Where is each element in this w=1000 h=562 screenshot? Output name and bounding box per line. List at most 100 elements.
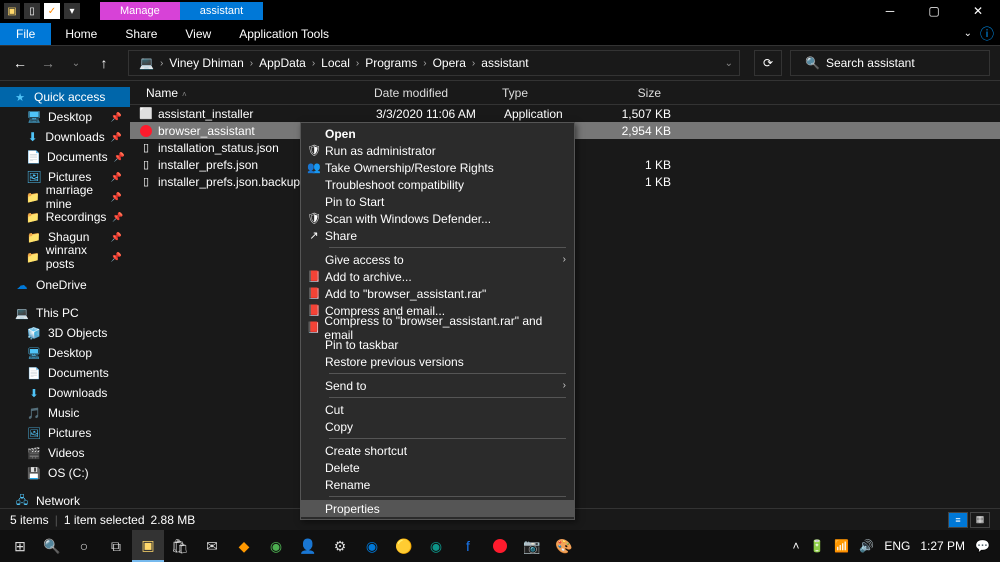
app-taskbar-icon[interactable]: 📷 — [516, 530, 548, 562]
context-menu-item[interactable]: 👥Take Ownership/Restore Rights — [301, 159, 574, 176]
wifi-icon[interactable]: 📶 — [834, 539, 849, 553]
context-menu-item[interactable]: 🛡Scan with Windows Defender... — [301, 210, 574, 227]
context-menu-item[interactable]: Delete — [301, 459, 574, 476]
mail-taskbar-icon[interactable]: ✉ — [196, 530, 228, 562]
context-menu-item[interactable]: Cut — [301, 401, 574, 418]
lang-indicator[interactable]: ENG — [884, 539, 910, 553]
search-input[interactable]: 🔍 Search assistant — [790, 50, 990, 76]
context-menu-item[interactable]: 📕Compress to "browser_assistant.rar" and… — [301, 319, 574, 336]
sidebar-item[interactable]: 🎬Videos — [0, 443, 130, 463]
context-menu-item[interactable]: Copy — [301, 418, 574, 435]
sidebar-item[interactable]: 🖥Desktop📌 — [0, 107, 130, 127]
context-menu-item[interactable]: Give access to› — [301, 251, 574, 268]
sidebar-item[interactable]: 🖥Desktop — [0, 343, 130, 363]
recent-dropdown[interactable]: ⌄ — [66, 58, 86, 69]
chevron-right-icon: › — [158, 58, 165, 69]
sidebar-item[interactable]: 💾OS (C:) — [0, 463, 130, 483]
app-taskbar-icon[interactable]: 👤 — [292, 530, 324, 562]
bc-segment[interactable]: AppData — [255, 56, 310, 70]
sidebar-this-pc[interactable]: 💻This PC — [0, 303, 130, 323]
bc-segment[interactable]: Viney Dhiman — [165, 56, 247, 70]
sidebar-network[interactable]: 🖧Network — [0, 491, 130, 508]
ribbon-context-tab[interactable]: Manage — [100, 2, 180, 20]
qat-icon[interactable]: ▯ — [24, 3, 40, 19]
context-menu-item[interactable]: Rename — [301, 476, 574, 493]
sidebar-item[interactable]: ⬇Downloads📌 — [0, 127, 130, 147]
context-menu-item[interactable]: Send to› — [301, 377, 574, 394]
refresh-button[interactable]: ⟳ — [754, 50, 782, 76]
explorer-taskbar-icon[interactable]: ▣ — [132, 530, 164, 562]
sidebar-item[interactable]: 📁marriage mine📌 — [0, 187, 130, 207]
paint-taskbar-icon[interactable]: 🎨 — [548, 530, 580, 562]
qat-check-icon[interactable]: ✓ — [44, 3, 60, 19]
minimize-button[interactable]: ─ — [868, 0, 912, 22]
start-button[interactable]: ⊞ — [4, 530, 36, 562]
cortana-button[interactable]: ○ — [68, 530, 100, 562]
context-menu-item[interactable]: ↗Share — [301, 227, 574, 244]
breadcrumb[interactable]: 💻 › Viney Dhiman› AppData› Local› Progra… — [128, 50, 740, 76]
sidebar-onedrive[interactable]: ☁OneDrive — [0, 275, 130, 295]
bc-segment[interactable]: assistant — [477, 56, 532, 70]
app-taskbar-icon[interactable]: ◆ — [228, 530, 260, 562]
context-menu-item[interactable]: Open — [301, 125, 574, 142]
sidebar-item[interactable]: 📄Documents — [0, 363, 130, 383]
bc-segment[interactable]: Programs — [361, 56, 421, 70]
sidebar-item[interactable]: 🖼Pictures — [0, 423, 130, 443]
clock[interactable]: 1:27 PM — [920, 539, 965, 553]
bc-pc-icon[interactable]: 💻 — [135, 56, 158, 70]
app-taskbar-icon[interactable]: ◉ — [260, 530, 292, 562]
context-menu-item[interactable]: Properties — [301, 500, 574, 517]
context-menu-item[interactable]: 🛡Run as administrator — [301, 142, 574, 159]
chrome-taskbar-icon[interactable]: 🟡 — [388, 530, 420, 562]
context-menu-item[interactable]: Create shortcut — [301, 442, 574, 459]
notifications-icon[interactable]: 💬 — [975, 539, 990, 553]
sidebar-item[interactable]: ⬇Downloads — [0, 383, 130, 403]
task-view-button[interactable]: ⧉ — [100, 530, 132, 562]
maximize-button[interactable]: ▢ — [912, 0, 956, 22]
context-menu-item[interactable]: 📕Add to archive... — [301, 268, 574, 285]
bc-dropdown-icon[interactable]: ⌄ — [725, 58, 733, 69]
context-menu-item[interactable]: Troubleshoot compatibility — [301, 176, 574, 193]
col-date[interactable]: Date modified — [366, 86, 494, 100]
store-taskbar-icon[interactable]: 🛍 — [164, 530, 196, 562]
app-tools-tab[interactable]: Application Tools — [225, 23, 343, 45]
edge-taskbar-icon[interactable]: ◉ — [356, 530, 388, 562]
thumbs-view-button[interactable]: ▦ — [970, 512, 990, 528]
opera-taskbar-icon[interactable] — [484, 530, 516, 562]
file-menu[interactable]: File — [0, 23, 51, 45]
sidebar-item[interactable]: 📁Recordings📌 — [0, 207, 130, 227]
details-view-button[interactable]: ≡ — [948, 512, 968, 528]
sidebar-item[interactable]: 📄Documents📌 — [0, 147, 130, 167]
col-name[interactable]: Name˄ — [138, 86, 366, 100]
bc-segment[interactable]: Opera — [429, 56, 470, 70]
sidebar-item[interactable]: 🎵Music — [0, 403, 130, 423]
sidebar-quick-access[interactable]: ★Quick access — [0, 87, 130, 107]
settings-taskbar-icon[interactable]: ⚙ — [324, 530, 356, 562]
facebook-taskbar-icon[interactable]: f — [452, 530, 484, 562]
forward-button[interactable]: → — [38, 55, 58, 71]
context-menu-item[interactable]: Pin to Start — [301, 193, 574, 210]
nav-sidebar[interactable]: ★Quick access 🖥Desktop📌⬇Downloads📌📄Docum… — [0, 81, 130, 508]
context-menu-item[interactable]: Restore previous versions — [301, 353, 574, 370]
file-row[interactable]: ⬜assistant_installer3/3/2020 11:06 AMApp… — [130, 105, 1000, 122]
view-tab[interactable]: View — [171, 23, 225, 45]
col-size[interactable]: Size — [599, 86, 669, 100]
col-type[interactable]: Type — [494, 86, 599, 100]
ribbon-expand-icon[interactable]: ⌄ — [964, 28, 972, 39]
back-button[interactable]: ← — [10, 55, 30, 71]
search-button[interactable]: 🔍 — [36, 530, 68, 562]
context-menu-item[interactable]: 📕Add to "browser_assistant.rar" — [301, 285, 574, 302]
close-button[interactable]: ✕ — [956, 0, 1000, 22]
sidebar-item[interactable]: 🧊3D Objects — [0, 323, 130, 343]
volume-icon[interactable]: 🔊 — [859, 539, 874, 553]
tray-up-icon[interactable]: ˄ — [792, 539, 799, 553]
home-tab[interactable]: Home — [51, 23, 111, 45]
bc-segment[interactable]: Local — [317, 56, 354, 70]
up-button[interactable]: ↑ — [94, 55, 114, 71]
qat-dropdown-icon[interactable]: ▾ — [64, 3, 80, 19]
battery-icon[interactable]: 🔋 — [809, 539, 824, 553]
sidebar-item[interactable]: 📁winranx posts📌 — [0, 247, 130, 267]
edge-dev-taskbar-icon[interactable]: ◉ — [420, 530, 452, 562]
help-button[interactable]: ⓘ — [980, 24, 994, 44]
share-tab[interactable]: Share — [111, 23, 171, 45]
